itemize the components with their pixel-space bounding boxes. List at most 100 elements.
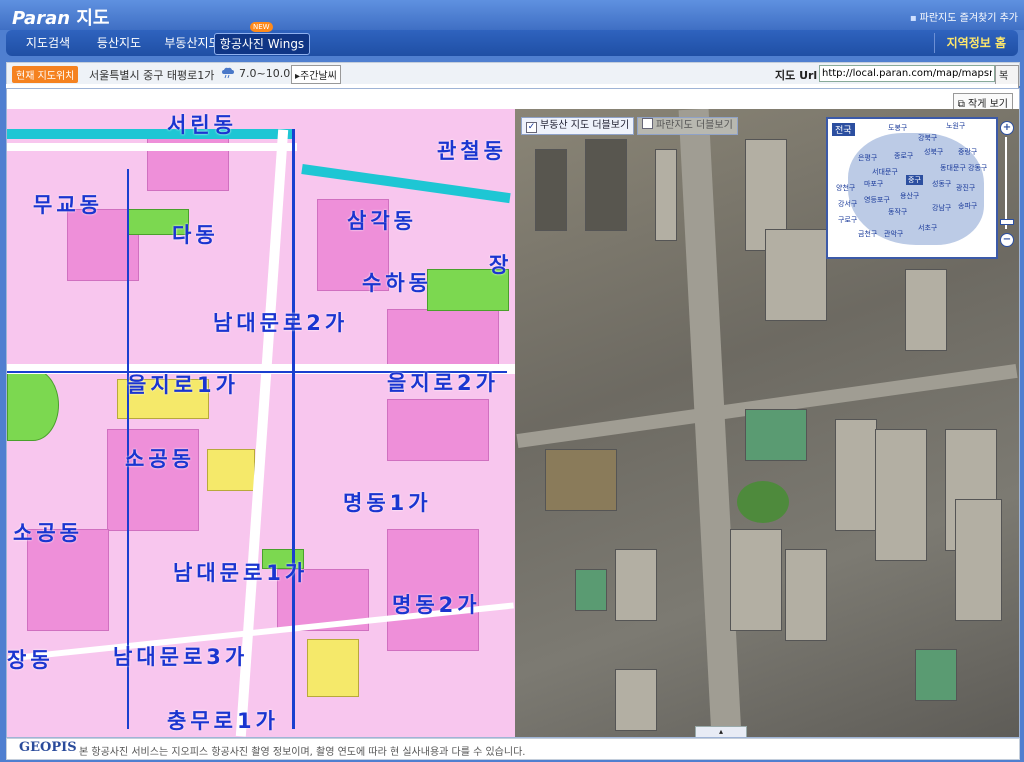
minimap-region[interactable]: 노원구 (946, 121, 965, 131)
aerial-plaza (737, 481, 789, 523)
district-label: 장동 (7, 648, 54, 672)
overlay-paran-toggle[interactable]: 파란지도 더블보기 (637, 117, 738, 135)
district-label: 남대문로2가 (213, 311, 349, 335)
building-yellow (307, 639, 359, 697)
minimap-region[interactable]: 구로구 (838, 215, 857, 225)
aerial-building (655, 149, 677, 241)
overview-minimap[interactable]: 전국 은평구 종로구 성북구 강북구 중랑구 서대문구 동대문구 마포구 중구 … (826, 117, 998, 259)
footer: GEOPIS 본 항공사진 서비스는 지오피스 항공사진 촬영 정보이며, 촬영… (6, 738, 1020, 760)
paran-logo[interactable]: Paran 지도 (12, 4, 109, 30)
minimap-region[interactable]: 서대문구 (872, 167, 898, 177)
district-label: 소공동 (125, 447, 195, 471)
aerial-building (955, 499, 1002, 621)
zoom-out-icon[interactable]: − (1000, 233, 1014, 247)
new-badge: NEW (250, 22, 273, 32)
zoom-slider-track[interactable] (1005, 137, 1007, 229)
minimap-region[interactable]: 송파구 (958, 201, 977, 211)
district-label: 무교동 (33, 193, 103, 217)
minimap-region[interactable]: 성북구 (924, 147, 943, 157)
aerial-building (535, 149, 567, 231)
minimap-region[interactable]: 성동구 (932, 179, 951, 189)
district-label: 다동 (172, 223, 219, 247)
district-label: 을지로2가 (387, 371, 499, 395)
brand-name: Paran (12, 8, 71, 29)
footer-notice: 본 항공사진 서비스는 지오피스 항공사진 촬영 정보이며, 촬영 연도에 따라… (79, 747, 526, 758)
tab-hiking-map[interactable]: 등산지도 (86, 33, 152, 53)
district-label: 명동1가 (343, 491, 432, 515)
overlay-paran-label: 파란지도 더블보기 (656, 120, 733, 131)
favorite-link[interactable]: ▪ 파란지도 즐겨찾기 추가 (910, 9, 1018, 24)
district-label: 서린동 (167, 113, 237, 137)
minimap-region[interactable]: 강남구 (932, 203, 951, 213)
aerial-building (915, 649, 957, 701)
map-url-label: 지도 Url (775, 69, 818, 82)
tab-map-search[interactable]: 지도검색 (16, 33, 80, 53)
road (7, 143, 297, 151)
district-label: 충무로1가 (167, 709, 279, 733)
weekly-weather-button[interactable]: ▸주간날씨 (291, 65, 341, 84)
minimap-region[interactable]: 금천구 (858, 229, 877, 239)
minimap-region[interactable]: 종로구 (894, 151, 913, 161)
info-bar: 현재 지도위치 서울특별시 중구 태평로1가 7.0~10.0℃ ▸주간날씨 지… (6, 62, 1020, 99)
minimap-region[interactable]: 강동구 (968, 163, 987, 173)
park-area (7, 369, 59, 441)
minimap-region[interactable]: 마포구 (864, 179, 883, 189)
collapse-panel-icon[interactable]: ▴ (695, 726, 747, 737)
minimap-region[interactable]: 동작구 (888, 207, 907, 217)
minimap-region[interactable]: 양천구 (836, 183, 855, 193)
overlay-realestate-label: 부동산 지도 더블보기 (540, 120, 630, 131)
top-bar: Paran 지도 ▪ 파란지도 즐겨찾기 추가 (0, 0, 1024, 30)
aerial-building (785, 549, 827, 641)
district-label: 삼각동 (347, 209, 417, 233)
aerial-building (730, 529, 782, 631)
overlay-realestate-toggle[interactable]: ✓ 부동산 지도 더블보기 (521, 117, 635, 135)
bullet-icon: ▪ (909, 13, 917, 24)
building-yellow (207, 449, 255, 491)
zoom-slider-thumb[interactable] (1000, 219, 1014, 225)
zoom-in-icon[interactable]: + (1000, 121, 1014, 135)
checkbox-unchecked (642, 118, 653, 129)
district-label: 소공동 (13, 521, 83, 545)
aerial-building (875, 429, 927, 561)
checkbox-checked: ✓ (526, 122, 537, 133)
weekly-weather-label: 주간날씨 (300, 71, 337, 82)
district-label: 남대문로3가 (113, 645, 249, 669)
aerial-photo-view[interactable]: ✓ 부동산 지도 더블보기 파란지도 더블보기 전국 은평구 종로구 성북구 강북… (515, 109, 1019, 737)
region-home-link[interactable]: 지역정보 홈 (933, 33, 1006, 53)
minimap-nationwide-button[interactable]: 전국 (832, 123, 855, 136)
current-location-badge: 현재 지도위치 (12, 66, 79, 83)
minimap-region[interactable]: 영등포구 (864, 195, 890, 205)
minimap-region[interactable]: 관악구 (884, 229, 903, 239)
weather-cloud-icon (222, 67, 234, 79)
minimap-region[interactable]: 도봉구 (888, 123, 907, 133)
aerial-building (615, 669, 657, 731)
minimap-region[interactable]: 중랑구 (958, 147, 977, 157)
aerial-building (615, 549, 657, 621)
minimap-region[interactable]: 동대문구 (940, 163, 966, 173)
district-label: 관철동 (437, 139, 507, 163)
minimap-region-current[interactable]: 중구 (906, 175, 923, 185)
cheonggyecheon-stream (7, 129, 292, 139)
minimap-region[interactable]: 은평구 (858, 153, 877, 163)
minimap-region[interactable]: 서초구 (918, 223, 937, 233)
minimap-region[interactable]: 강서구 (838, 199, 857, 209)
favorite-link-label: 파란지도 즐겨찾기 추가 (919, 13, 1018, 24)
district-label: 장 (489, 253, 513, 277)
main-nav: 지도검색 등산지도 부동산지도 항공사진 Wings NEW 지역정보 홈 (6, 22, 1018, 56)
tab-aerial-photo[interactable]: 항공사진 Wings (214, 33, 310, 55)
minimap-region[interactable]: 광진구 (956, 183, 975, 193)
aerial-building (905, 269, 947, 351)
realestate-map-view[interactable]: 서린동 관철동 무교동 다동 삼각동 수하동 남대문로2가 을지로1가 을지로2… (7, 109, 515, 737)
district-label: 을지로1가 (127, 373, 239, 397)
current-address: 서울특별시 중구 태평로1가 (89, 69, 215, 82)
aerial-building (585, 139, 627, 231)
map-url-input[interactable] (819, 65, 995, 82)
aerial-building (835, 419, 877, 531)
block (387, 399, 489, 461)
block (387, 309, 499, 371)
minimap-region[interactable]: 용산구 (900, 191, 919, 201)
aerial-building (765, 229, 827, 321)
zoom-control: + − (1000, 121, 1014, 247)
district-label: 남대문로1가 (173, 561, 309, 585)
minimap-region[interactable]: 강북구 (918, 133, 937, 143)
